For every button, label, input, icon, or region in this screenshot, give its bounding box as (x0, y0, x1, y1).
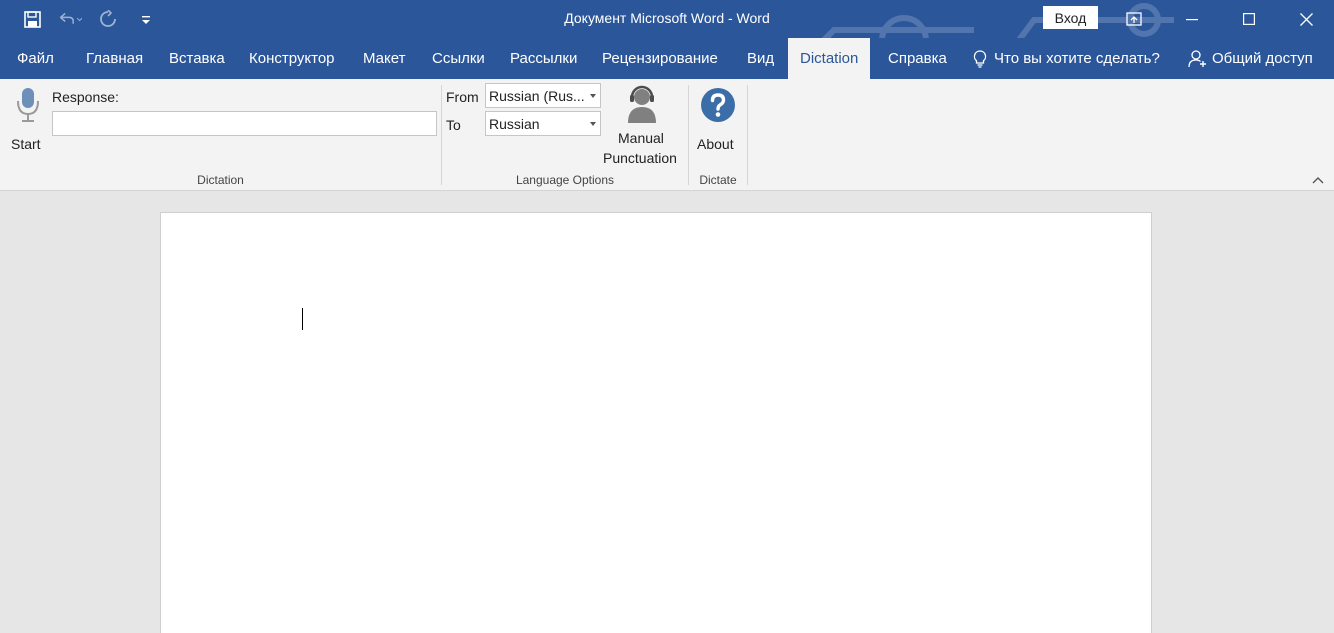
minimize-icon (1186, 19, 1198, 21)
sign-in-button[interactable]: Вход (1043, 6, 1098, 29)
response-input[interactable] (52, 111, 437, 136)
to-language-value: Russian (489, 116, 540, 132)
headset-person-icon (628, 85, 656, 123)
ribbon-panel: Start Response: Dictation From Russian (… (0, 79, 1334, 191)
from-language-value: Russian (Rus... (489, 88, 585, 104)
maximize-button[interactable] (1221, 0, 1277, 38)
from-label: From (446, 89, 479, 105)
ribbon-display-options-button[interactable] (1106, 0, 1162, 38)
tab-review[interactable]: Рецензирование (602, 38, 718, 79)
ribbon-tabs: Файл Главная Вставка Конструктор Макет С… (0, 38, 1334, 79)
dictation-group-label: Dictation (197, 173, 244, 187)
punctuation-label: Punctuation (603, 150, 677, 166)
dictate-group-label: Dictate (699, 173, 737, 187)
group-divider (747, 85, 748, 185)
tell-me-label: Что вы хотите сделать? (994, 50, 1160, 67)
question-icon (701, 88, 735, 122)
title-bar: Документ Microsoft Word - Word Вход (0, 0, 1334, 38)
ribbon-display-options-icon (1126, 12, 1142, 26)
minimize-button[interactable] (1164, 0, 1220, 38)
microphone-icon (17, 88, 39, 122)
tab-layout[interactable]: Макет (363, 38, 405, 79)
share-button[interactable]: Общий доступ (1188, 38, 1313, 79)
close-button[interactable] (1278, 0, 1334, 38)
to-label: To (446, 117, 461, 133)
manual-label: Manual (618, 130, 664, 146)
about-label: About (697, 136, 734, 152)
tell-me-search[interactable]: Что вы хотите сделать? (972, 38, 1160, 79)
start-button[interactable]: Start (8, 85, 46, 152)
collapse-ribbon-icon (1312, 177, 1324, 184)
chevron-down-icon (590, 122, 596, 126)
manual-punctuation-button[interactable]: Manual Punctuation (600, 83, 684, 169)
start-label: Start (11, 136, 41, 152)
text-cursor (302, 308, 303, 330)
close-icon (1299, 12, 1313, 26)
tab-file[interactable]: Файл (17, 38, 54, 79)
person-share-icon (1188, 49, 1206, 67)
about-button[interactable]: About (694, 85, 742, 152)
document-page[interactable] (160, 212, 1152, 633)
tab-home[interactable]: Главная (86, 38, 143, 79)
to-language-select[interactable]: Russian (485, 111, 601, 136)
response-label: Response: (52, 89, 119, 105)
tab-help[interactable]: Справка (888, 38, 947, 79)
tab-view[interactable]: Вид (747, 38, 774, 79)
tab-dictation[interactable]: Dictation (788, 38, 871, 79)
tab-insert[interactable]: Вставка (169, 38, 225, 79)
lightbulb-icon (973, 49, 987, 68)
maximize-icon (1243, 13, 1255, 25)
group-divider (441, 85, 442, 185)
tab-design[interactable]: Конструктор (249, 38, 335, 79)
collapse-ribbon-button[interactable] (1311, 174, 1325, 186)
share-label: Общий доступ (1212, 50, 1313, 67)
group-divider (688, 85, 689, 185)
tab-references[interactable]: Ссылки (432, 38, 485, 79)
from-language-select[interactable]: Russian (Rus... (485, 83, 601, 108)
language-options-group-label: Language Options (515, 173, 615, 187)
tab-mailings[interactable]: Рассылки (510, 38, 577, 79)
chevron-down-icon (590, 94, 596, 98)
